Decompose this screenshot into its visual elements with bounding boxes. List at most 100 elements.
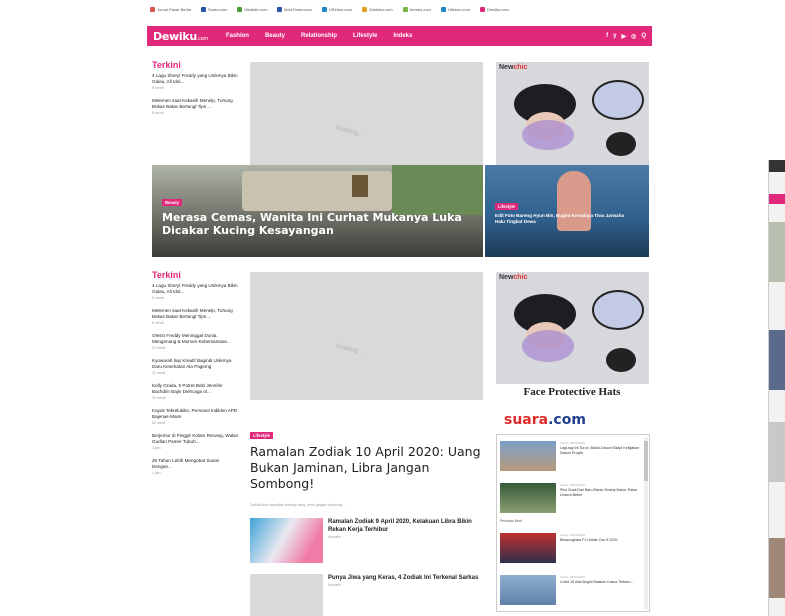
network-link-label: Hitekno.com (447, 6, 471, 12)
twitter-icon[interactable]: y (613, 33, 616, 40)
category-badge[interactable]: Lifestyle (250, 432, 273, 439)
hat-product-image (606, 132, 636, 156)
network-link[interactable]: HiTekno.com (321, 6, 352, 12)
network-link[interactable]: BolaTimes.com (277, 6, 312, 12)
suara-news-widget: Kamis, 09/04/2020 Lagi-lagi Ini Turun, Ba… (496, 434, 650, 612)
widget-item[interactable]: Kamis, 09/04/2020 Lagi-lagi Ini Turun, Ba… (500, 441, 642, 471)
widget-thumbnail (500, 575, 556, 605)
hero-main-article[interactable]: Beauty Merasa Cemas, Wanita Ini Curhat M… (152, 165, 483, 257)
article-title[interactable]: Ramalan Zodiak 10 April 2020: Uang Bukan… (250, 444, 488, 492)
article-thumbnail (250, 518, 323, 563)
network-link-label: Dewiku.com (487, 6, 509, 12)
menu-item-fashion[interactable]: Fashion (226, 33, 249, 39)
network-link[interactable]: Dewiku.com (480, 6, 509, 12)
scrollbar-thumb[interactable] (644, 441, 648, 481)
visor-product-image (592, 290, 644, 330)
hero-side-article[interactable]: Lifestyle Edit Foto Bareng Hyun Bin, Bug… (485, 165, 649, 257)
window-image (769, 330, 785, 390)
site-icon (402, 6, 408, 12)
network-link[interactable]: Iloveku.com (402, 6, 431, 12)
network-bar: Jurnal Pasar Berita Suara.com Mediktiv.com… (150, 4, 650, 14)
ad-placeholder: loading... (250, 62, 483, 165)
window-image (769, 222, 785, 282)
background-window (768, 160, 785, 616)
network-link[interactable]: Guideku.com (361, 6, 393, 12)
network-link-label: BolaTimes.com (284, 6, 312, 12)
newchic-ad-bottom[interactable]: Newchic (496, 272, 649, 384)
list-item[interactable]: Melemen saat Kekasih Menelp, Tuhung Beka… (152, 308, 240, 325)
hat-product-image (606, 348, 636, 372)
hero-side-title[interactable]: Edit Foto Bareng Hyun Bin, Bugini Kesada… (495, 213, 635, 225)
network-link-label: HiTekno.com (328, 6, 352, 12)
facebook-icon[interactable]: f (606, 33, 608, 40)
network-link[interactable]: Suara.com (201, 6, 228, 12)
menu-item-indeks[interactable]: Indeks (393, 33, 412, 39)
menu-item-lifestyle[interactable]: Lifestyle (353, 33, 377, 39)
visor-image (522, 330, 574, 362)
network-link-label: Guideku.com (368, 6, 393, 12)
network-link-label: Iloveku.com (409, 6, 431, 12)
widget-scrollbar[interactable] (644, 437, 648, 609)
terkini-list-top: Terkini 4 Lagu Sheryl Freddy yang Unikmy… (152, 60, 240, 123)
list-item[interactable]: Melemen saat Kekasih Menelp, Tuhung Beka… (152, 98, 240, 115)
window-titlebar (769, 160, 785, 172)
related-article[interactable]: Punya Jiwa yang Keras, 4 Zodiak Ini Terk… (250, 574, 488, 616)
widget-item[interactable]: Kamis, 09/04/2020 Covid 19 Ada Begini Bal… (500, 575, 642, 605)
newchic-ad-top[interactable]: Newchic (496, 62, 649, 165)
article-thumbnail (250, 574, 323, 616)
site-icon (440, 6, 446, 12)
ad-placeholder: loading... (250, 272, 483, 400)
section-heading: Terkini (152, 270, 181, 280)
network-link-label: Suara.com (208, 6, 228, 12)
youtube-icon[interactable]: ▶ (621, 33, 626, 40)
list-item[interactable]: Olesin Freddy Meninggal Dunia, Mengenang… (152, 333, 240, 350)
list-item[interactable]: Kelly Grada, 5 Potret Bebi Jennifer Bach… (152, 383, 240, 400)
site-icon (277, 6, 283, 12)
widget-thumbnail (500, 483, 556, 513)
visor-image (522, 120, 574, 150)
social-links: f y ▶ ◎ Q (606, 33, 646, 40)
network-link[interactable]: Hitekno.com (440, 6, 471, 12)
site-icon (480, 6, 486, 12)
network-link[interactable]: Mediktiv.com (237, 6, 268, 12)
main-nav: Dewiku.com Fashion Beauty Relationship L… (147, 26, 652, 46)
list-item[interactable]: Berjemur di Pinggir Kolam Renang, Walan … (152, 433, 240, 450)
browser-page: Jurnal Pasar Berita Suara.com Mediktiv.com… (0, 0, 785, 616)
related-article[interactable]: Ramalan Zodiak 9 April 2020, Kelakuan Li… (250, 518, 488, 563)
visor-product-image (592, 80, 644, 120)
list-item[interactable]: 25 Tahun Lebih Mengobat Suami Dengan... 1… (152, 458, 240, 475)
list-item[interactable]: Kayuk Tekrelukiko, Pernesol Indiklen APD… (152, 408, 240, 425)
cat-bed-image (242, 171, 392, 211)
search-icon[interactable]: Q (641, 33, 646, 40)
instagram-icon[interactable]: ◎ (631, 33, 636, 40)
hero-banner: Beauty Merasa Cemas, Wanita Ini Curhat M… (152, 165, 649, 257)
category-badge[interactable]: Lifestyle (495, 203, 518, 210)
section-heading: Terkini (152, 60, 181, 70)
suara-logo[interactable]: suara.com (504, 412, 586, 428)
article-meta: Zodiak libra diprediksi tentang uang, pe… (250, 503, 345, 507)
site-logo[interactable]: Dewiku.com (153, 30, 208, 43)
site-icon (237, 6, 243, 12)
list-item[interactable]: 4 Lagu Sheryl Freddy yang Unikmya Bikin … (152, 283, 240, 300)
window-image (769, 538, 785, 598)
ad-caption[interactable]: Face Protective Hats (496, 386, 648, 398)
widget-item[interactable]: Kamis, 09/04/2020 Pilot Gusti Dari Baru B… (500, 483, 642, 513)
widget-caption: Peruntan Berit (500, 519, 522, 523)
network-link-label: Mediktiv.com (244, 6, 268, 12)
cup-image (352, 175, 368, 197)
newchic-logo: Newchic (499, 274, 528, 281)
network-link-label: Jurnal Pasar Berita (157, 6, 192, 12)
list-item[interactable]: 4 Lagu Sheryl Freddy yang Unikmya Bikin … (152, 73, 240, 90)
widget-item[interactable]: Kamis, 09/04/2020 Bhasnogkara F1 Hoklar C… (500, 533, 642, 563)
list-item[interactable]: Kyowarah tiap Kreatif Bagindi Unikmya Da… (152, 358, 240, 375)
plant-image (392, 165, 483, 215)
menu-item-beauty[interactable]: Beauty (265, 33, 285, 39)
hero-main-title[interactable]: Merasa Cemas, Wanita Ini Curhat Mukanya … (162, 211, 480, 237)
main-menu: Fashion Beauty Relationship Lifestyle In… (226, 33, 412, 39)
menu-item-relationship[interactable]: Relationship (301, 33, 337, 39)
network-link[interactable]: Jurnal Pasar Berita (150, 6, 192, 12)
category-badge[interactable]: Beauty (162, 199, 182, 206)
widget-thumbnail (500, 533, 556, 563)
site-icon (201, 6, 207, 12)
site-icon (150, 6, 155, 12)
